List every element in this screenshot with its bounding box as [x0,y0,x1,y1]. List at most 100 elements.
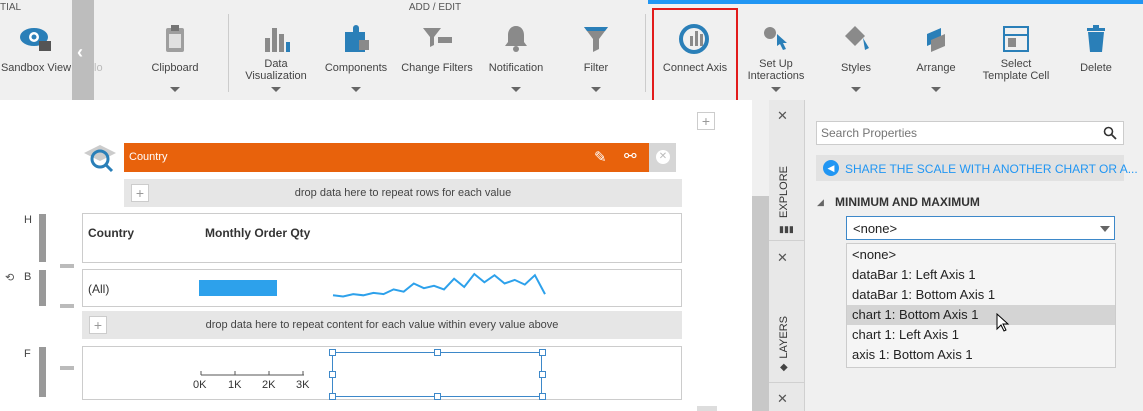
drop-rows-zone[interactable]: drop data here to repeat rows for each v… [124,179,682,207]
sandbox-view-button[interactable]: Sandbox View [0,0,72,100]
add-row-icon[interactable]: + [131,184,149,202]
interactions-icon [764,27,787,50]
table-row[interactable]: (All) [82,269,682,307]
close-icon[interactable]: ✕ [777,250,788,266]
drop-content-zone[interactable]: drop data here to repeat content for eac… [82,311,682,339]
min-max-select[interactable]: <none> [846,216,1115,240]
collapse-triangle-icon[interactable]: ◢ [817,197,824,208]
connect-axis-label: Connect Axis [662,62,728,74]
close-icon[interactable]: ✕ [777,108,788,124]
row-resize-grip[interactable] [60,264,74,268]
styles-button[interactable]: Styles [822,0,890,100]
dropdown-option[interactable]: dataBar 1: Left Axis 1 [847,265,1115,285]
table-footer-row[interactable]: 0K 1K 2K 3K [82,346,682,400]
notification-label: Notification [488,62,544,74]
tab-layers[interactable]: LAYERS [778,316,790,359]
chevron-down-icon [351,87,361,92]
country-filter-title: Country [129,151,168,163]
row-bar-f[interactable] [39,347,46,397]
col-header-country: Country [88,226,134,240]
data-visualization-button[interactable]: Data Visualization [238,0,314,100]
grip-icon: ▮▮▮ [779,224,794,234]
search-input[interactable] [821,124,1091,142]
axis-tick-label: 0K [193,379,207,391]
chevron-left-icon: ◀ [823,160,839,176]
drop-content-text: drop data here to repeat content for eac… [205,319,559,331]
resize-handle[interactable] [329,371,336,378]
dropdown-option[interactable]: dataBar 1: Bottom Axis 1 [847,285,1115,305]
search-properties[interactable] [816,121,1124,145]
row-label-f: F [24,348,31,360]
dropdown-option[interactable]: <none> [847,245,1115,265]
table-header-row[interactable]: Country Monthly Order Qty [82,213,682,263]
country-filter[interactable]: Country ✎ ⚯ ✕ [124,143,676,172]
arrange-icon [927,28,945,52]
notification-button[interactable]: Notification [482,0,550,100]
mouse-cursor-icon [996,313,1010,332]
panel-tabs: ✕ EXPLORE ▮▮▮ ✕ LAYERS ◆ ✕ [769,100,805,411]
chevron-left-icon: ‹ [77,42,83,62]
search-icon[interactable] [1103,126,1117,140]
col-header-monthly-order-qty: Monthly Order Qty [205,226,311,240]
repeat-icon[interactable]: ⟲ [5,271,14,284]
chevron-down-icon [170,87,180,92]
resize-handle[interactable] [434,393,441,400]
scrollbar-thumb[interactable] [752,196,769,411]
resize-handle[interactable] [329,393,336,400]
chevron-down-icon [591,87,601,92]
filter-change-icon [423,28,452,47]
filter-label: Filter [583,62,609,74]
styles-label: Styles [841,62,871,74]
add-content-icon[interactable]: + [89,316,107,334]
resize-handle[interactable] [539,371,546,378]
row-bar-b[interactable] [39,270,46,306]
sandbox-eye-icon [20,28,51,51]
resize-handle[interactable] [329,349,336,356]
delete-button[interactable]: Delete [1062,0,1130,100]
chevron-down-icon [851,87,861,92]
pencil-icon[interactable]: ✎ [594,148,607,166]
selected-axis-element[interactable] [332,352,542,397]
filter-icon [584,27,608,52]
ribbon-scroll-left-button[interactable]: ‹ [72,0,94,100]
puzzle-icon [345,25,369,52]
layers-icon: ◆ [780,362,788,373]
row-bar-h[interactable] [39,214,46,262]
select-template-cell-label: Select Template Cell [982,58,1050,82]
dashboard-canvas: + Country ✎ ⚯ ✕ drop data here to repeat… [0,100,769,411]
components-button[interactable]: Components [320,0,392,100]
dropdown-option[interactable]: chart 1: Left Axis 1 [847,325,1115,345]
add-element-button[interactable]: + [697,112,715,130]
arrange-button[interactable]: Arrange [902,0,970,100]
dropdown-option[interactable]: axis 1: Bottom Axis 1 [847,345,1115,365]
clipboard-button[interactable]: Clipboard [140,0,210,100]
arrange-label: Arrange [916,62,956,74]
dropdown-option-hovered[interactable]: chart 1: Bottom Axis 1 [847,305,1115,325]
template-cell-icon [1003,26,1029,52]
resize-handle[interactable] [539,393,546,400]
resize-handle[interactable] [539,349,546,356]
select-template-cell-button[interactable]: Select Template Cell [980,0,1052,100]
filter-button[interactable]: Filter [562,0,630,100]
bell-icon [505,26,527,52]
clipboard-icon [166,25,184,52]
resize-handle[interactable] [434,349,441,356]
row-resize-grip[interactable] [60,304,74,308]
set-up-interactions-button[interactable]: Set Up Interactions [742,0,810,100]
row-resize-grip[interactable] [60,366,74,370]
link-icon[interactable]: ⚯ [624,147,637,165]
change-filters-button[interactable]: Change Filters [398,0,476,100]
remove-filter-button[interactable]: ✕ [649,143,676,172]
canvas-scrollbar[interactable] [752,100,769,411]
sparkline-series [332,272,546,298]
properties-panel: ✕ EXPLORE ▮▮▮ ✕ LAYERS ◆ ✕ ◀ SHARE THE S… [769,100,1143,411]
close-icon[interactable]: ✕ [777,391,788,407]
connect-axis-button[interactable]: Connect Axis [652,8,738,103]
set-up-interactions-label: Set Up Interactions [747,58,805,82]
connect-axis-icon [679,24,709,54]
filter-explore-icon [84,145,116,173]
share-scale-link[interactable]: ◀ SHARE THE SCALE WITH ANOTHER CHART OR … [816,155,1138,181]
chevron-down-icon [511,87,521,92]
chevron-down-icon [771,87,781,92]
tab-explore[interactable]: EXPLORE [778,166,790,218]
